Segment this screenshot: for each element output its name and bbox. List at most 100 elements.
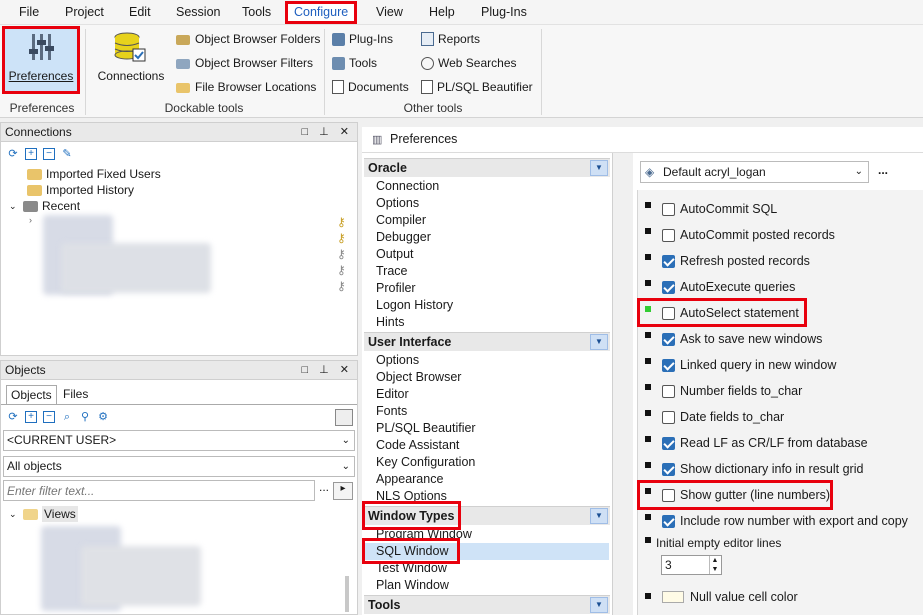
tree-item-imported-fixed-users[interactable]: Imported Fixed Users [27, 166, 161, 182]
category-item[interactable]: Key Configuration [376, 454, 475, 471]
remove-icon[interactable]: − [43, 411, 55, 423]
object-browser-folders-button[interactable]: Object Browser Folders [176, 28, 320, 50]
connections-button[interactable]: Connections [91, 29, 169, 91]
add-icon[interactable]: + [25, 148, 37, 160]
menu-plugins[interactable]: Plug-Ins [475, 2, 533, 23]
category-item[interactable]: Debugger [376, 229, 431, 246]
preferences-button[interactable]: Preferences [2, 26, 80, 94]
category-item[interactable]: PL/SQL Beautifier [376, 420, 476, 437]
options-box[interactable] [335, 409, 353, 426]
option-row[interactable]: AutoCommit posted records [656, 223, 835, 247]
filter-icon[interactable]: ⚲ [79, 411, 91, 423]
option-checkbox[interactable] [662, 436, 675, 450]
settings-icon[interactable]: ⚙ [97, 411, 109, 423]
objects-filter-select[interactable]: All objects ⌄ [3, 456, 355, 477]
option-checkbox[interactable] [662, 410, 675, 424]
option-checkbox[interactable] [662, 358, 675, 372]
file-browser-locations-button[interactable]: File Browser Locations [176, 76, 316, 98]
option-row[interactable]: Number fields to_char [656, 379, 802, 403]
preferences-title: Preferences [390, 132, 458, 146]
menu-project[interactable]: Project [59, 2, 110, 23]
tab-files[interactable]: Files [61, 385, 90, 405]
option-checkbox[interactable] [662, 202, 675, 216]
option-checkbox[interactable] [662, 462, 675, 476]
reports-button[interactable]: Reports [421, 28, 480, 50]
category-header[interactable]: Oracle ▼ [364, 158, 610, 177]
tree-item-views[interactable]: ⌄ Views [9, 506, 78, 522]
collapse-icon[interactable]: ▼ [590, 508, 608, 524]
category-item[interactable]: Code Assistant [376, 437, 459, 454]
profile-select[interactable]: ◈ Default acryl_logan ⌄ [640, 161, 869, 183]
option-row[interactable]: Refresh posted records [656, 249, 810, 273]
tree-item-recent[interactable]: ⌄ Recent [9, 198, 80, 214]
category-item[interactable]: Options [376, 195, 419, 212]
refresh-icon[interactable]: ⟳ [7, 411, 19, 423]
menu-tools[interactable]: Tools [236, 2, 277, 23]
option-checkbox[interactable] [662, 384, 675, 398]
plugins-button[interactable]: Plug-Ins [332, 28, 393, 50]
option-checkbox[interactable] [662, 280, 675, 294]
filter-text-input[interactable] [3, 480, 315, 501]
option-row[interactable]: Read LF as CR/LF from database [656, 431, 868, 455]
collapse-icon[interactable]: ▼ [590, 334, 608, 350]
category-item[interactable]: Fonts [376, 403, 407, 420]
profile-more-button[interactable]: ... [878, 163, 888, 177]
option-row[interactable]: Show dictionary info in result grid [656, 457, 863, 481]
documents-button[interactable]: Documents [332, 76, 409, 98]
category-item[interactable]: Hints [376, 314, 404, 331]
pane-controls[interactable]: □ ⊥ ✕ [301, 361, 353, 380]
option-checkbox[interactable] [662, 514, 675, 528]
object-browser-filters-button[interactable]: Object Browser Filters [176, 52, 313, 74]
category-item[interactable]: Options [376, 352, 419, 369]
tree-item-label: Views [42, 506, 78, 522]
collapse-icon[interactable]: ▼ [590, 160, 608, 176]
menu-file[interactable]: File [13, 2, 45, 23]
option-checkbox[interactable] [662, 254, 675, 268]
menu-edit[interactable]: Edit [123, 2, 157, 23]
plsql-beautifier-button[interactable]: PL/SQL Beautifier [421, 76, 533, 98]
tab-objects[interactable]: Objects [6, 385, 57, 405]
pane-controls[interactable]: □ ⊥ ✕ [301, 123, 353, 142]
category-item[interactable]: Appearance [376, 471, 443, 488]
category-item[interactable]: Object Browser [376, 369, 461, 386]
menu-help[interactable]: Help [423, 2, 461, 23]
option-row[interactable]: Linked query in new window [656, 353, 836, 377]
option-checkbox[interactable] [662, 332, 675, 346]
category-item[interactable]: Connection [376, 178, 439, 195]
category-item[interactable]: Editor [376, 386, 409, 403]
scrollbar[interactable] [345, 576, 349, 612]
category-item[interactable]: Output [376, 246, 414, 263]
category-item[interactable]: Compiler [376, 212, 426, 229]
category-item[interactable]: Trace [376, 263, 408, 280]
web-searches-button[interactable]: Web Searches [421, 52, 517, 74]
category-item[interactable]: Profiler [376, 280, 416, 297]
remove-icon[interactable]: − [43, 148, 55, 160]
user-select[interactable]: <CURRENT USER> ⌄ [3, 430, 355, 451]
menu-view[interactable]: View [370, 2, 409, 23]
option-row[interactable]: Include row number with export and copy [656, 509, 908, 533]
collapse-icon[interactable]: ▼ [590, 597, 608, 613]
empty-lines-spinner[interactable]: 3 ▲ ▼ [661, 555, 722, 575]
refresh-icon[interactable]: ⟳ [7, 148, 19, 160]
category-header[interactable]: User Interface ▼ [364, 332, 610, 351]
category-item[interactable]: Plan Window [376, 577, 449, 594]
option-row[interactable]: Date fields to_char [656, 405, 784, 429]
spin-arrows-icon[interactable]: ▲ ▼ [709, 556, 720, 574]
tools-button[interactable]: Tools [332, 52, 377, 74]
color-swatch[interactable] [662, 591, 684, 603]
option-row[interactable]: AutoCommit SQL [656, 197, 777, 221]
menu-session[interactable]: Session [170, 2, 226, 23]
option-row[interactable]: AutoExecute queries [656, 275, 795, 299]
filter-options-button[interactable]: ▸ [333, 482, 353, 500]
category-item[interactable]: Logon History [376, 297, 453, 314]
category-header[interactable]: Tools ▼ [364, 595, 610, 614]
menu-configure[interactable]: Configure [285, 1, 358, 24]
option-checkbox[interactable] [662, 228, 675, 242]
edit-connection-icon[interactable]: ✎ [61, 148, 73, 160]
add-icon[interactable]: + [25, 411, 37, 423]
tree-item-imported-history[interactable]: Imported History [27, 182, 134, 198]
more-button[interactable]: ... [319, 480, 329, 494]
find-icon[interactable]: ⌕ [61, 411, 73, 423]
option-row[interactable]: Ask to save new windows [656, 327, 822, 351]
splitter[interactable] [613, 153, 633, 615]
